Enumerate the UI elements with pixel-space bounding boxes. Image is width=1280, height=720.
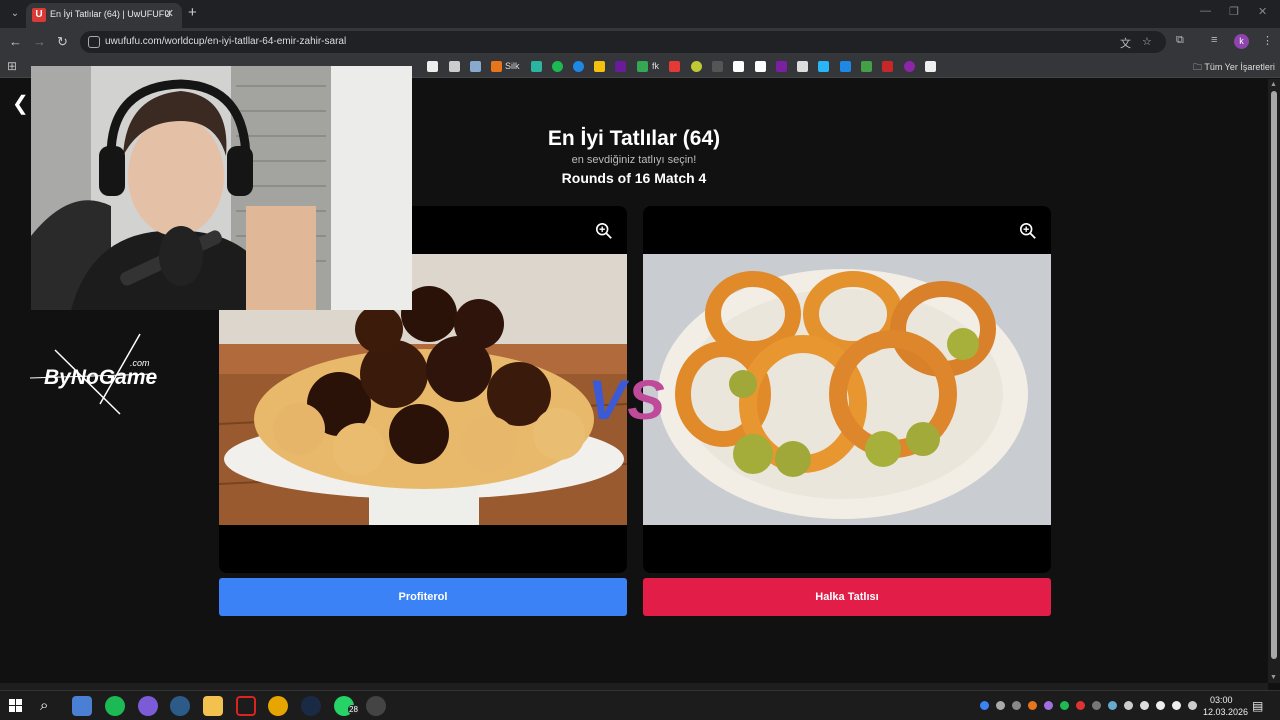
bookmark-icon[interactable] [882, 61, 893, 72]
drive-bookmark-icon[interactable] [637, 61, 648, 72]
bookmark-icon[interactable] [531, 61, 542, 72]
media-controls-icon[interactable]: ≡ [1211, 34, 1217, 46]
tab-title: En İyi Tatlılar (64) | UwUFUFU [50, 9, 171, 19]
url-text: uwufufu.com/worldcup/en-iyi-tatllar-64-e… [105, 36, 347, 47]
bynogame-watermark-logo: ByNoGame .com [30, 333, 158, 415]
tray-app-icon[interactable] [996, 701, 1005, 710]
tab-search-icon[interactable]: ⌄ [6, 5, 24, 23]
opera-icon[interactable] [236, 696, 256, 716]
bookmark-fk[interactable]: fk [652, 61, 659, 71]
page-horizontal-scrollbar[interactable] [0, 683, 1268, 690]
bookmark-icon[interactable] [840, 61, 851, 72]
tray-app-icon[interactable] [1092, 701, 1101, 710]
forward-icon[interactable]: → [33, 34, 46, 49]
menu-icon[interactable]: ⋮ [1262, 34, 1273, 47]
scroll-thumb[interactable] [1271, 91, 1277, 659]
bookmark-icon[interactable] [797, 61, 808, 72]
svg-text:.com: .com [130, 358, 150, 368]
tray-app-icon[interactable] [1028, 701, 1037, 710]
notification-icon[interactable]: ▤ [1252, 699, 1263, 713]
address-bar[interactable]: uwufufu.com/worldcup/en-iyi-tatllar-64-e… [80, 31, 1166, 53]
bookmark-icon[interactable] [594, 61, 605, 72]
bookmark-icon[interactable] [427, 61, 438, 72]
extensions-icon[interactable]: ⧉ [1176, 34, 1184, 47]
webcam-overlay [31, 66, 412, 310]
right-choice-card[interactable] [643, 206, 1051, 573]
bookmark-silk[interactable]: Silk [505, 61, 520, 71]
choose-left-button[interactable]: Profiterol [219, 578, 627, 616]
all-bookmarks-label: Tüm Yer İşaretleri [1204, 62, 1275, 72]
tray-app-icon[interactable] [980, 701, 989, 710]
tray-volume-icon[interactable] [1172, 701, 1181, 710]
close-tab-icon[interactable]: ✕ [165, 7, 174, 20]
back-icon[interactable]: ← [9, 34, 22, 49]
taskview-icon[interactable] [72, 696, 92, 716]
browser-tab-strip: ⌄ U En İyi Tatlılar (64) | UwUFUFU ✕ + —… [0, 0, 1280, 28]
bookmark-icon[interactable] [615, 61, 626, 72]
tray-app-icon[interactable] [1012, 701, 1021, 710]
browser-tab-active[interactable]: U En İyi Tatlılar (64) | UwUFUFU ✕ [26, 3, 182, 28]
windows-taskbar: ⌕ 28 03:00 12.03.2026 ▤ [0, 690, 1280, 720]
vs-label: VS [588, 368, 667, 431]
tray-app-icon[interactable] [1044, 701, 1053, 710]
clock-time[interactable]: 03:00 [1210, 695, 1233, 705]
edge-icon[interactable] [170, 696, 190, 716]
uwufufu-favicon-icon: U [32, 8, 46, 22]
svg-text:ByNoGame: ByNoGame [44, 366, 158, 389]
bookmark-icon[interactable] [925, 61, 936, 72]
tray-app-icon[interactable] [1076, 701, 1085, 710]
halka-tatlisi-image[interactable] [643, 254, 1051, 525]
zoom-in-icon[interactable] [1019, 222, 1037, 240]
browser-toolbar: ← → ↻ uwufufu.com/worldcup/en-iyi-tatlla… [0, 28, 1280, 56]
bookmark-icon[interactable] [755, 61, 766, 72]
all-bookmarks-folder[interactable]: 🗀 Tüm Yer İşaretleri [1193, 60, 1275, 76]
bookmark-icon[interactable] [669, 61, 680, 72]
bookmark-icon[interactable] [904, 61, 915, 72]
spotify-bookmark-icon[interactable] [552, 61, 563, 72]
bookmark-icon[interactable] [776, 61, 787, 72]
minimize-icon[interactable]: — [1200, 5, 1211, 17]
restore-icon[interactable]: ❐ [1229, 5, 1239, 18]
bookmark-icon[interactable] [573, 61, 584, 72]
whatsapp-badge: 28 [348, 705, 359, 714]
tray-app-icon[interactable] [1140, 701, 1149, 710]
translate-icon[interactable]: 文 [1120, 35, 1131, 51]
windows-start-icon[interactable] [9, 699, 22, 712]
new-tab-icon[interactable]: + [188, 4, 197, 21]
chrome-icon[interactable] [268, 696, 288, 716]
streamer-webcam-image [31, 66, 412, 310]
site-info-icon[interactable] [88, 36, 100, 48]
page-back-icon[interactable]: ❮ [12, 91, 29, 116]
bookmark-icon[interactable] [733, 61, 744, 72]
zoom-in-icon[interactable] [595, 222, 613, 240]
bookmark-icon[interactable] [449, 61, 460, 72]
tray-spotify-icon[interactable] [1060, 701, 1069, 710]
search-icon[interactable]: ⌕ [40, 697, 48, 714]
bookmark-icon[interactable] [861, 61, 872, 72]
tray-speaker-icon[interactable] [1188, 701, 1197, 710]
silk-bookmark-icon[interactable] [491, 61, 502, 72]
obs-icon[interactable] [366, 696, 386, 716]
bookmark-icon[interactable] [691, 61, 702, 72]
scroll-down-icon[interactable]: ▼ [1270, 674, 1277, 681]
steam-icon[interactable] [301, 696, 321, 716]
bookmark-icon[interactable] [470, 61, 481, 72]
bookmark-star-icon[interactable]: ☆ [1142, 35, 1152, 48]
spotify-icon[interactable] [105, 696, 125, 716]
choose-right-button[interactable]: Halka Tatlısı [643, 578, 1051, 616]
tray-steam-icon[interactable] [1108, 701, 1117, 710]
page-vertical-scrollbar[interactable]: ▲ ▼ [1268, 79, 1280, 683]
profile-avatar[interactable]: k [1234, 34, 1249, 49]
tray-network-icon[interactable] [1156, 701, 1165, 710]
scroll-up-icon[interactable]: ▲ [1270, 81, 1277, 88]
clock-date[interactable]: 12.03.2026 [1203, 707, 1248, 717]
file-explorer-icon[interactable] [203, 696, 223, 716]
reload-icon[interactable]: ↻ [57, 34, 68, 50]
tray-usb-icon[interactable] [1124, 701, 1133, 710]
bookmark-icon[interactable] [818, 61, 829, 72]
discord-icon[interactable] [138, 696, 158, 716]
apps-grid-icon[interactable]: ⊞ [7, 59, 17, 73]
close-window-icon[interactable]: ✕ [1258, 5, 1267, 18]
bookmark-icon[interactable] [712, 61, 723, 72]
